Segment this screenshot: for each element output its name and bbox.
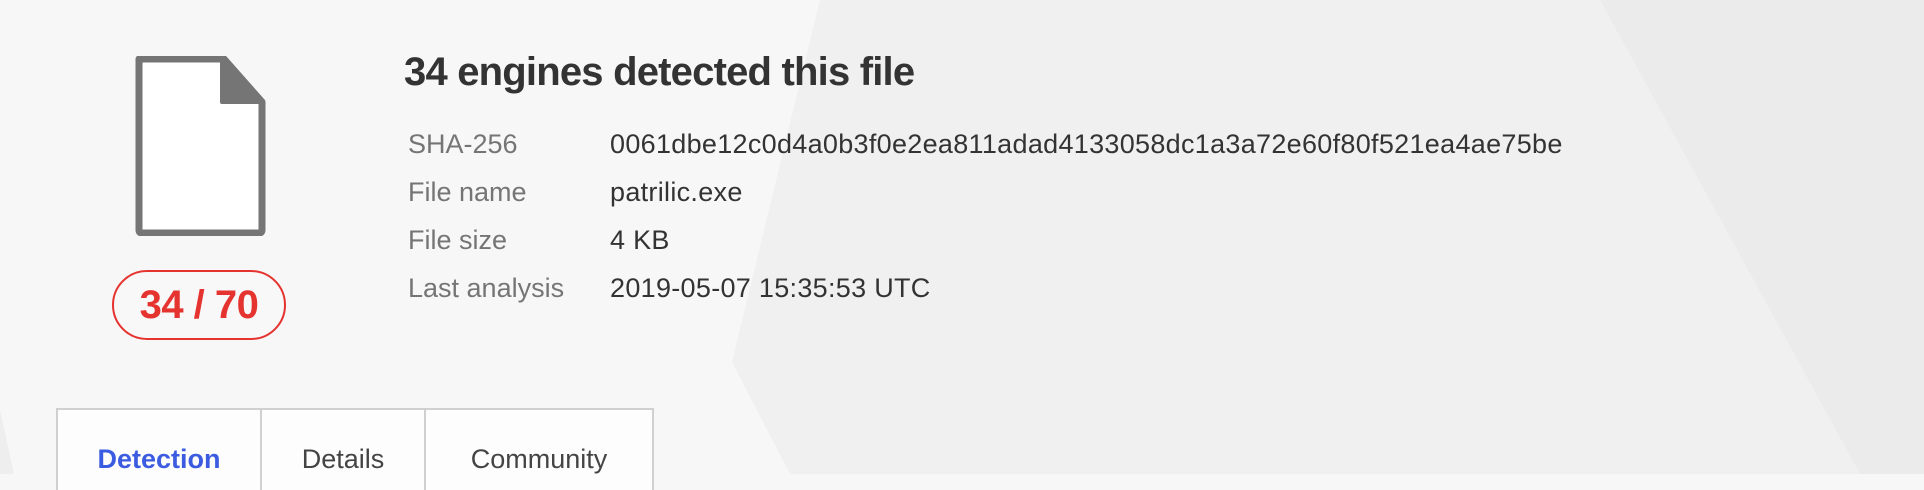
- file-icon: [135, 56, 266, 236]
- info-row-sha256: SHA-256 0061dbe12c0d4a0b3f0e2ea811adad41…: [408, 124, 1563, 164]
- file-size-value: 4 KB: [610, 224, 670, 255]
- tab-community[interactable]: Community: [424, 410, 652, 490]
- page-title: 34 engines detected this file: [404, 50, 915, 94]
- info-label: SHA-256: [408, 128, 518, 159]
- file-report-header: 34 / 70 34 engines detected this file SH…: [0, 0, 1924, 490]
- detection-score-badge: 34 / 70: [112, 270, 286, 340]
- report-tabs: Detection Details Community: [56, 408, 654, 490]
- info-label: File size: [408, 224, 508, 255]
- sha256-value: 0061dbe12c0d4a0b3f0e2ea811adad4133058dc1…: [610, 128, 1563, 159]
- info-label: File name: [408, 176, 527, 207]
- file-name-value: patrilic.exe: [610, 176, 743, 207]
- info-row-last-analysis: Last analysis 2019-05-07 15:35:53 UTC: [408, 268, 931, 308]
- tab-details[interactable]: Details: [260, 410, 424, 490]
- last-analysis-value: 2019-05-07 15:35:53 UTC: [610, 272, 931, 303]
- info-row-file-name: File name patrilic.exe: [408, 172, 743, 212]
- tab-detection[interactable]: Detection: [58, 410, 260, 490]
- info-row-file-size: File size 4 KB: [408, 220, 670, 260]
- info-label: Last analysis: [408, 272, 565, 303]
